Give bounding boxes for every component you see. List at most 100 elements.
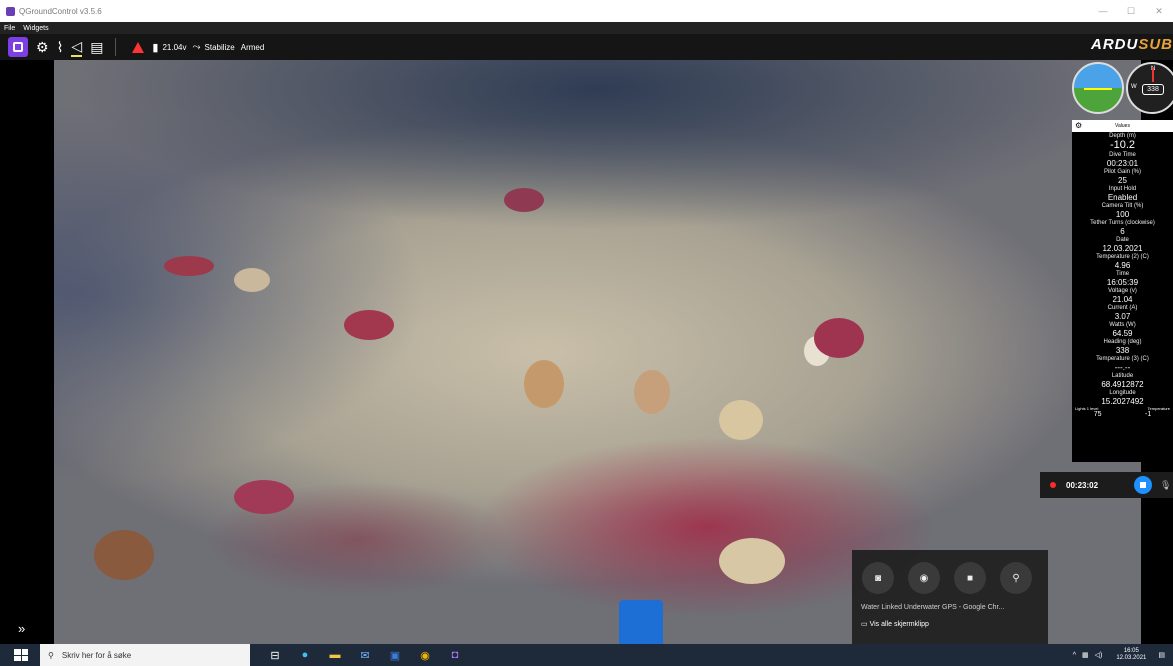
taskbar-search[interactable]: ⚲ Skriv her for å søke	[40, 644, 250, 666]
minimize-button[interactable]: —	[1089, 6, 1117, 16]
seafloor-rock	[234, 268, 270, 292]
value-item: Longitude 15.2027492	[1101, 390, 1144, 406]
red-algae-patch	[164, 256, 214, 276]
capture-widget: ◙ ◉ ■ ⚲ Water Linked Underwater GPS - Go…	[852, 550, 1048, 644]
capture-source-title: Water Linked Underwater GPS - Google Chr…	[861, 604, 1005, 611]
notification-icon[interactable]: ▤	[1158, 651, 1165, 659]
maximize-button[interactable]: ☐	[1117, 6, 1145, 17]
close-button[interactable]: ✕	[1145, 6, 1173, 17]
screenshot-button[interactable]: ◙	[862, 562, 894, 594]
toolbar-separator	[115, 38, 117, 56]
flight-mode[interactable]: Stabilize	[205, 43, 235, 52]
word-icon[interactable]: ▣	[384, 644, 406, 666]
left-side-bar: »	[0, 60, 54, 644]
value-item: Tether Turns (clockwise) 6	[1090, 220, 1155, 236]
expand-chevron-icon[interactable]: »	[18, 621, 25, 636]
search-icon: ⚲	[48, 650, 54, 660]
volume-icon[interactable]: ◁)	[1095, 651, 1103, 659]
value-item: Camera Tilt (%) 100	[1101, 203, 1144, 219]
record-last-button[interactable]: ◉	[908, 562, 940, 594]
armed-status[interactable]: Armed	[241, 43, 265, 52]
recording-widget: 00:23:02 🎙	[1040, 472, 1173, 498]
search-placeholder: Skriv her for å søke	[61, 650, 132, 660]
battery-voltage[interactable]: 21.04v	[162, 43, 186, 52]
vehicle-setup-button[interactable]: ⚙	[36, 37, 49, 57]
gallery-icon: ▭	[861, 621, 870, 628]
red-algae-patch	[344, 310, 394, 340]
window-title: QGroundControl v3.5.6	[19, 6, 102, 16]
value-item: Time 16:05:39	[1106, 271, 1139, 287]
gear-icon[interactable]: ⚙	[1075, 121, 1082, 130]
camera-icon: ◙	[874, 572, 882, 584]
qgc-taskbar-icon[interactable]: ◘	[444, 644, 466, 666]
chrome-icon[interactable]: ◉	[414, 644, 436, 666]
recording-dot-icon	[1050, 482, 1056, 488]
stop-icon	[1140, 482, 1147, 488]
file-explorer-icon[interactable]: ▬	[324, 644, 346, 666]
attitude-indicator	[1072, 62, 1124, 114]
menu-widgets[interactable]: Widgets	[23, 25, 48, 32]
window-controls: — ☐ ✕	[1089, 0, 1173, 22]
compass-indicator: N W 338	[1126, 62, 1173, 114]
menu-bar: File Widgets	[0, 22, 1173, 34]
values-bottom-values: 75 -1	[1093, 411, 1152, 418]
value-item: Dive Time 00:23:01	[1106, 152, 1139, 168]
menu-file[interactable]: File	[4, 25, 15, 32]
red-algae-patch	[234, 480, 294, 514]
app-icon	[6, 6, 15, 16]
plan-view-button[interactable]: ⌇	[57, 37, 64, 57]
stop-recording-button[interactable]	[1134, 476, 1153, 494]
mic-off-icon[interactable]: 🎙	[1160, 480, 1171, 491]
edge-icon[interactable]: ●	[294, 644, 316, 666]
taskbar-clock[interactable]: 16:05 12.03.2021	[1116, 648, 1146, 662]
ardusub-logo: ARDUSUB	[1090, 36, 1173, 53]
warning-icon[interactable]	[132, 41, 145, 53]
gears-icon: ⚙	[36, 38, 49, 55]
qgc-logo-icon	[13, 42, 23, 52]
window-title-bar: QGroundControl v3.5.6 — ☐ ✕	[0, 0, 1173, 22]
stop-square-icon: ■	[966, 572, 974, 584]
mail-icon[interactable]: ✉	[354, 644, 376, 666]
value-item: Watts (W) 64.59	[1109, 322, 1136, 338]
task-view-icon[interactable]: ⊟	[264, 644, 286, 666]
mic-toggle-button[interactable]: ⚲	[1000, 562, 1032, 594]
instrument-panel: N W 338	[1072, 62, 1173, 118]
seafloor-rock	[524, 360, 564, 408]
plan-route-icon: ⌇	[56, 38, 64, 55]
values-panel: ⚙ Values Depth (m) -10.2 Dive Time 00:23:0…	[1072, 120, 1173, 462]
mic-off-icon: ⚲	[1012, 572, 1020, 584]
seafloor-rock	[719, 400, 763, 440]
analyze-button[interactable]: ▤	[90, 37, 103, 57]
vehicle-part	[619, 600, 663, 644]
compass-heading: 338	[1142, 84, 1164, 95]
seafloor-rock	[719, 538, 785, 584]
value-item: Pilot Gain (%) 25	[1103, 169, 1141, 185]
network-icon[interactable]: ▦	[1082, 651, 1089, 659]
value-item: Temperature (2) (C) 4.96	[1096, 254, 1149, 270]
qgc-home-button[interactable]	[8, 37, 28, 57]
compass-needle	[1152, 68, 1154, 82]
red-algae-patch	[504, 188, 544, 212]
value-item: Voltage (v) 21.04	[1108, 288, 1137, 304]
seafloor-rock	[634, 370, 670, 414]
start-button[interactable]	[14, 649, 28, 661]
flight-mode-icon: ⤳	[192, 41, 201, 53]
stop-capture-button[interactable]: ■	[954, 562, 986, 594]
recording-time: 00:23:02	[1066, 480, 1099, 490]
main-toolbar: ⚙ ⌇ ◁ ▤ ▮ 21.04v ⤳ Stabilize Armed	[0, 34, 1173, 60]
red-algae-patch	[814, 318, 864, 358]
analyze-document-icon: ▤	[90, 38, 104, 55]
seafloor-rock	[94, 530, 154, 580]
windows-taskbar: ⚲ Skriv her for å søke ⊟ ● ▬ ✉ ▣ ◉ ◘ ^ ▦…	[0, 644, 1173, 666]
battery-icon: ▮	[152, 41, 159, 54]
record-icon: ◉	[919, 572, 929, 584]
paper-plane-icon: ◁	[71, 37, 83, 54]
system-tray: ^ ▦ ◁) 16:05 12.03.2021 ▤	[1073, 644, 1173, 666]
value-item: Date 12.03.2021	[1102, 237, 1143, 253]
value-item: Input Hold Enabled	[1107, 186, 1138, 202]
tray-chevron-icon[interactable]: ^	[1073, 652, 1076, 659]
value-item: Depth (m) -10.2	[1109, 133, 1136, 151]
show-all-captures-link[interactable]: ▭ Vis alle skjermklipp	[861, 620, 1048, 628]
value-item: Temperature (3) (C) ---.--	[1096, 356, 1149, 372]
fly-view-button[interactable]: ◁	[71, 37, 83, 57]
